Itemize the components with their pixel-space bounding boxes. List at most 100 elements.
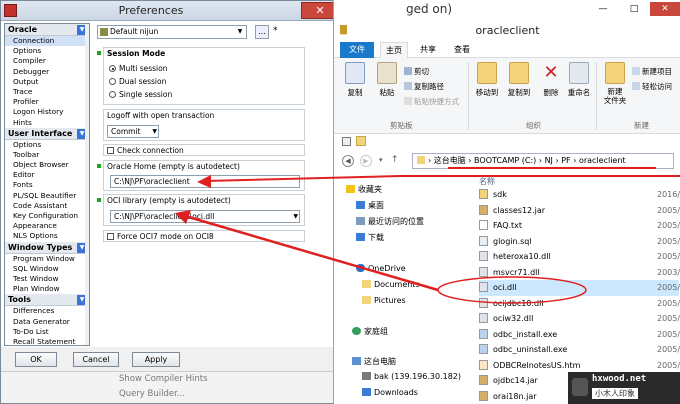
file-row[interactable]: ODBCRelnotesUS.htm 2005/ bbox=[479, 358, 680, 374]
breadcrumb-drive[interactable]: BOOTCAMP (C:) bbox=[474, 156, 536, 165]
menu-item-query-builder[interactable]: Query Builder... bbox=[119, 389, 185, 399]
sidebar-item[interactable]: Data Generator bbox=[5, 317, 89, 327]
radio-dual-session[interactable]: Dual session bbox=[109, 77, 166, 86]
sidebar-group-header[interactable]: Tools ▼ bbox=[5, 294, 89, 307]
paste-shortcut-button[interactable]: 粘贴快捷方式 bbox=[404, 96, 459, 107]
sidebar-scrollbar[interactable] bbox=[85, 24, 89, 345]
file-row[interactable]: classes12.jar 2005/ bbox=[479, 203, 680, 219]
breadcrumb-nj[interactable]: NJ bbox=[545, 156, 553, 165]
sidebar-item[interactable]: Toolbar bbox=[5, 150, 89, 160]
file-row[interactable]: msvcr71.dll 2003/ bbox=[479, 265, 680, 281]
sidebar-item[interactable]: Fonts bbox=[5, 180, 89, 190]
sidebar-group-header[interactable]: Window Types ▼ bbox=[5, 241, 89, 254]
sidebar-item[interactable]: Recall Statement bbox=[5, 337, 89, 345]
tab-share[interactable]: 共享 bbox=[414, 42, 442, 58]
new-item-button[interactable]: 新建项目 bbox=[632, 66, 672, 77]
breadcrumb-oracleclient[interactable]: oracleclient bbox=[579, 156, 626, 165]
rename-button[interactable]: 重命名 bbox=[564, 62, 594, 98]
apply-button[interactable]: Apply bbox=[132, 352, 180, 367]
explorer-title-bar[interactable]: ▇ oracleclient — □ ✕ bbox=[334, 0, 680, 40]
breadcrumb-pf[interactable]: PF bbox=[561, 156, 570, 165]
file-row[interactable]: ocijdbc10.dll 2005/ bbox=[479, 296, 680, 312]
file-row[interactable]: ociw32.dll 2005/ bbox=[479, 311, 680, 327]
sidebar-item[interactable]: Key Configuration bbox=[5, 211, 89, 221]
sidebar-item[interactable]: Appearance bbox=[5, 221, 89, 231]
sidebar-item[interactable]: Profiler bbox=[5, 97, 89, 107]
sidebar-item[interactable]: PL/SQL Beautifier bbox=[5, 191, 89, 201]
force-oci7-row[interactable]: Force OCI7 mode on OCI8 bbox=[103, 230, 305, 242]
nav-onedrive[interactable]: OneDrive bbox=[356, 264, 406, 273]
sidebar-item[interactable]: SQL Window bbox=[5, 264, 89, 274]
sidebar-item[interactable]: Compiler bbox=[5, 56, 89, 66]
oracle-home-input[interactable]: C:\NJ\PF\oracleclient bbox=[110, 175, 300, 188]
easy-access-button[interactable]: 轻松访问 bbox=[632, 81, 672, 92]
file-row[interactable]: sdk 2016/ bbox=[479, 187, 680, 203]
sidebar-item[interactable]: Options bbox=[5, 46, 89, 56]
file-row[interactable]: odbc_uninstall.exe 2005/ bbox=[479, 342, 680, 358]
copy-to-button[interactable]: 复制到 bbox=[504, 62, 534, 98]
minimize-icon[interactable]: — bbox=[588, 2, 618, 16]
tab-file[interactable]: 文件 bbox=[340, 42, 374, 58]
paste-button[interactable]: 粘贴 bbox=[372, 62, 402, 98]
sidebar-item[interactable]: Logon History bbox=[5, 107, 89, 117]
sidebar-item[interactable]: Output bbox=[5, 77, 89, 87]
sidebar-item[interactable]: Trace bbox=[5, 87, 89, 97]
nav-documents[interactable]: Documents bbox=[362, 280, 420, 289]
file-row[interactable]: glogin.sql 2005/ bbox=[479, 234, 680, 250]
logoff-select[interactable]: Commit ▼ bbox=[107, 125, 159, 138]
radio-single-session[interactable]: Single session bbox=[109, 90, 172, 99]
nav-desktop[interactable]: 桌面 bbox=[356, 200, 384, 211]
nav-this-pc[interactable]: 这台电脑 bbox=[352, 356, 396, 367]
sidebar-item[interactable]: Options bbox=[5, 140, 89, 150]
file-row[interactable]: odbc_install.exe 2005/ bbox=[479, 327, 680, 343]
sidebar-item[interactable]: Program Window bbox=[5, 254, 89, 264]
breadcrumb[interactable]: › 这台电脑 › BOOTCAMP (C:) › NJ › PF › oracl… bbox=[412, 153, 674, 169]
sidebar-item[interactable]: Code Assistant bbox=[5, 201, 89, 211]
menu-item-show-compiler-hints[interactable]: Show Compiler Hints bbox=[119, 374, 208, 384]
sidebar-item[interactable]: Object Browser bbox=[5, 160, 89, 170]
sidebar-item[interactable]: Debugger bbox=[5, 67, 89, 77]
sidebar-item[interactable]: Test Window bbox=[5, 274, 89, 284]
checkbox-icon[interactable] bbox=[107, 233, 114, 240]
breadcrumb-this-pc[interactable]: 这台电脑 bbox=[434, 156, 466, 165]
check-connection-row[interactable]: Check connection bbox=[103, 144, 305, 156]
close-icon[interactable]: ✕ bbox=[650, 2, 680, 16]
sidebar-item[interactable]: Hints bbox=[5, 118, 89, 128]
file-row[interactable]: oci.dll 2005/ bbox=[479, 280, 680, 296]
nav-pictures[interactable]: Pictures bbox=[362, 296, 406, 305]
session-combo[interactable]: Default nijun ▼ bbox=[97, 25, 247, 39]
copy-button[interactable]: 复制 bbox=[340, 62, 370, 98]
file-row[interactable]: FAQ.txt 2005/ bbox=[479, 218, 680, 234]
nav-bak-drive[interactable]: bak (139.196.30.182) bbox=[362, 372, 461, 381]
nav-downloads-folder[interactable]: Downloads bbox=[362, 388, 418, 397]
sidebar-item[interactable]: To-Do List bbox=[5, 327, 89, 337]
tab-home[interactable]: 主页 bbox=[380, 42, 408, 58]
nav-recent[interactable]: 最近访问的位置 bbox=[356, 216, 424, 227]
new-folder-button[interactable]: 新建 文件夹 bbox=[598, 62, 632, 105]
move-to-button[interactable]: 移动到 bbox=[472, 62, 502, 98]
radio-multi-session[interactable]: Multi session bbox=[109, 64, 167, 73]
cut-button[interactable]: 剪切 bbox=[404, 66, 429, 77]
checkbox-icon[interactable] bbox=[342, 137, 351, 146]
sidebar-item[interactable]: Connection bbox=[5, 36, 89, 47]
ellipsis-button[interactable]: ... bbox=[255, 25, 269, 39]
chevron-down-icon[interactable]: ▾ bbox=[379, 156, 383, 164]
sidebar-item[interactable]: Differences bbox=[5, 306, 89, 316]
forward-icon[interactable]: ▶ bbox=[360, 155, 372, 167]
oci-library-input[interactable]: C:\NJ\PF\oracleclient\oci.dll ▼ bbox=[110, 210, 300, 223]
tab-view[interactable]: 查看 bbox=[448, 42, 476, 58]
sidebar-group-header[interactable]: Oracle ▼ bbox=[5, 24, 89, 36]
sidebar-item[interactable]: Editor bbox=[5, 170, 89, 180]
up-icon[interactable]: ↑ bbox=[391, 155, 399, 165]
back-icon[interactable]: ◀ bbox=[342, 155, 354, 167]
cancel-button[interactable]: Cancel bbox=[73, 352, 119, 367]
file-row[interactable]: heteroxa10.dll 2005/ bbox=[479, 249, 680, 265]
copy-path-button[interactable]: 复制路径 bbox=[404, 81, 444, 92]
column-header-name[interactable]: 名称 bbox=[479, 176, 495, 187]
star-button[interactable]: * bbox=[273, 25, 281, 39]
delete-button[interactable]: ✕ 删除 bbox=[536, 62, 566, 98]
nav-favorites[interactable]: 收藏夹 bbox=[346, 184, 382, 195]
sidebar-group-header[interactable]: User Interface ▼ bbox=[5, 127, 89, 140]
checkbox-icon[interactable] bbox=[107, 147, 114, 154]
ok-button[interactable]: OK bbox=[15, 352, 57, 367]
